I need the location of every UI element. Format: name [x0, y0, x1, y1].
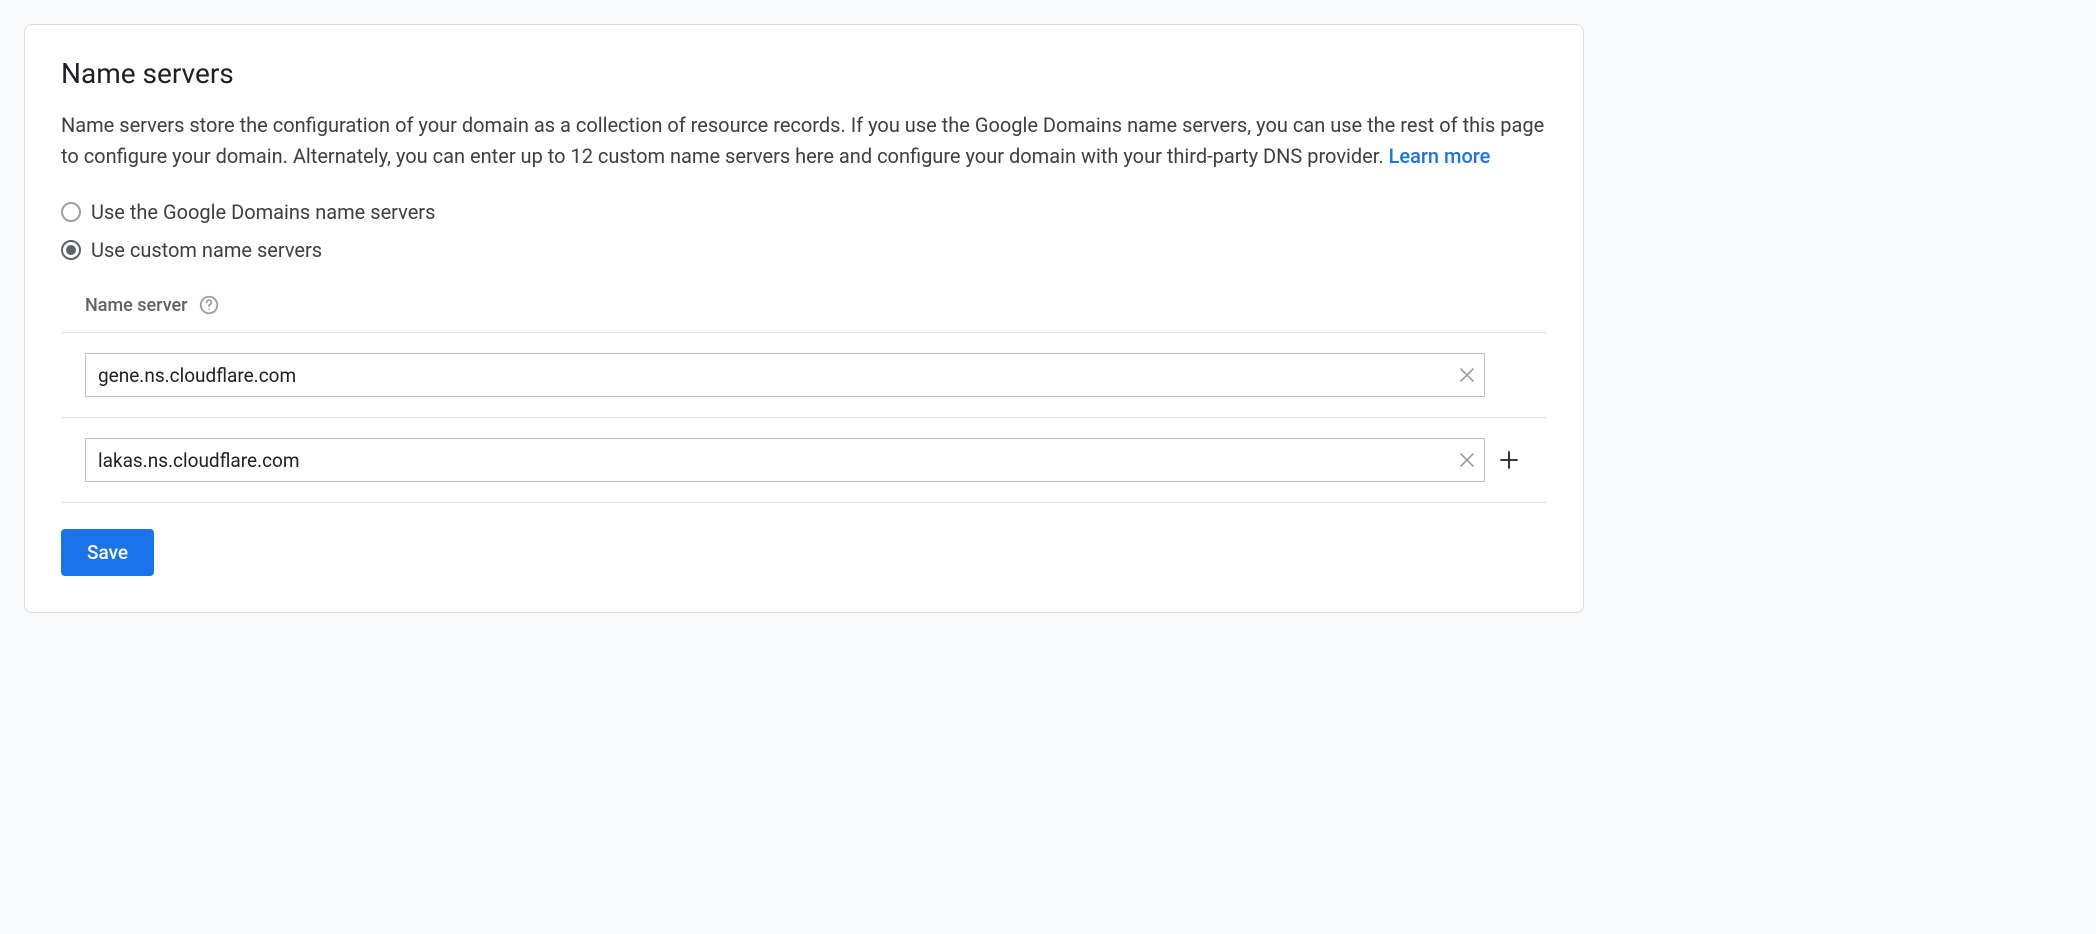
- nameserver-row: [61, 333, 1547, 418]
- radio-custom-nameservers[interactable]: Use custom name servers: [61, 238, 1547, 262]
- add-nameserver-button[interactable]: [1495, 446, 1523, 474]
- save-button[interactable]: Save: [61, 529, 154, 576]
- radio-google-domains[interactable]: Use the Google Domains name servers: [61, 200, 1547, 224]
- name-servers-card: Name servers Name servers store the conf…: [24, 24, 1584, 613]
- card-description: Name servers store the configuration of …: [61, 110, 1547, 172]
- card-title: Name servers: [61, 57, 1547, 90]
- help-icon[interactable]: [198, 294, 220, 316]
- nameserver-section-header: Name server: [61, 294, 1547, 333]
- radio-label: Use custom name servers: [91, 238, 322, 262]
- clear-icon[interactable]: [1455, 448, 1479, 472]
- clear-icon[interactable]: [1455, 363, 1479, 387]
- nameserver-input-wrap: [85, 353, 1485, 397]
- nameserver-input[interactable]: [85, 353, 1485, 397]
- nameserver-input[interactable]: [85, 438, 1485, 482]
- nameserver-mode-radio-group: Use the Google Domains name servers Use …: [61, 200, 1547, 262]
- radio-circle-icon: [61, 202, 81, 222]
- nameserver-row: [61, 418, 1547, 503]
- learn-more-link[interactable]: Learn more: [1389, 144, 1491, 168]
- section-header-label: Name server: [85, 295, 188, 316]
- save-row: Save: [61, 529, 1547, 576]
- nameserver-input-wrap: [85, 438, 1485, 482]
- radio-circle-checked-icon: [61, 240, 81, 260]
- radio-label: Use the Google Domains name servers: [91, 200, 435, 224]
- description-text: Name servers store the configuration of …: [61, 113, 1544, 168]
